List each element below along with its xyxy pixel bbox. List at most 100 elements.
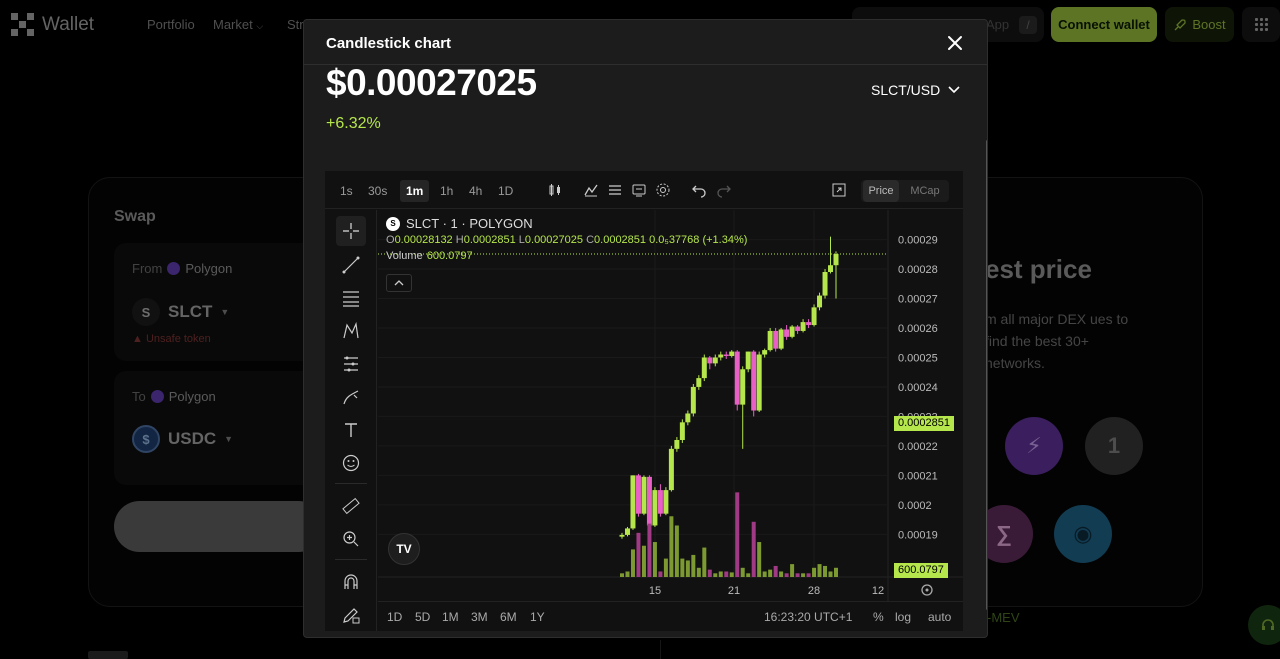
candle-body (740, 369, 746, 405)
volume-bar (784, 573, 789, 577)
legend-symbol-text: SLCT · 1 · POLYGON (406, 216, 533, 231)
volume-bar (718, 571, 723, 577)
zoom-tool[interactable] (336, 524, 366, 554)
range-1d[interactable]: 1D (387, 610, 402, 624)
log-toggle[interactable]: log (895, 610, 911, 624)
slct-symbol-icon: S (386, 216, 400, 231)
drawing-toolbar (325, 210, 377, 631)
redo-icon[interactable] (716, 182, 732, 198)
price-mcap-toggle: Price MCap (861, 180, 949, 202)
candle-body (817, 295, 823, 308)
fullscreen-icon[interactable] (831, 182, 847, 198)
volume-bar (636, 532, 641, 577)
range-6m[interactable]: 6M (500, 610, 517, 624)
volume-bar (806, 573, 811, 577)
lock-drawings-tool[interactable] (336, 600, 366, 630)
pair-label: SLCT/USD (871, 82, 941, 98)
volume-bar (773, 565, 778, 577)
tradingview-logo[interactable]: TV (388, 533, 420, 565)
crosshair-tool[interactable] (336, 216, 366, 246)
chevron-down-icon (948, 86, 960, 94)
toggle-mcap[interactable]: MCap (903, 180, 947, 202)
collapse-legend-button[interactable] (386, 274, 412, 292)
ruler-icon (342, 497, 360, 515)
prediction-tool[interactable] (336, 349, 366, 379)
candle-body (811, 307, 817, 326)
ohlc-low: 0.00027025 (524, 234, 584, 246)
range-1y[interactable]: 1Y (530, 610, 545, 624)
undo-icon[interactable] (691, 182, 707, 198)
horizontal-lines-icon (343, 291, 359, 307)
timeframe-1h[interactable]: 1h (434, 180, 459, 202)
volume-bar (674, 525, 679, 577)
candle-body (729, 351, 735, 356)
volume-bar (779, 571, 784, 577)
pair-selector[interactable]: SLCT/USD (871, 82, 960, 98)
chevron-up-icon (394, 280, 404, 286)
toggle-price[interactable]: Price (863, 180, 899, 202)
candlestick-chart[interactable]: 0.00029 0.00028 0.00027 0.00026 0.00025 0.000… (378, 210, 963, 601)
candle-body (674, 440, 680, 449)
volume-bar (625, 571, 630, 577)
timeframe-1d[interactable]: 1D (492, 180, 519, 202)
volume-bar (762, 571, 767, 577)
candle-type-icon[interactable] (547, 182, 563, 198)
brush-icon (343, 390, 359, 405)
list-icon[interactable] (607, 182, 623, 198)
volume-bar (729, 572, 734, 577)
emoji-tool[interactable] (336, 448, 366, 478)
utc-time[interactable]: 16:23:20 UTC+1 (764, 610, 852, 624)
volume-bar (630, 549, 635, 577)
y-tick-label: 0.00019 (898, 529, 938, 541)
ruler-tool[interactable] (336, 491, 366, 521)
candle-body (701, 357, 707, 379)
ohlc-h-label: H (455, 234, 464, 246)
candle-body (690, 386, 696, 414)
range-bar: 1D 5D 1M 3M 6M 1Y 16:23:20 UTC+1 % log a… (378, 601, 963, 631)
candle-body (707, 357, 713, 364)
pencil-lock-icon (343, 608, 360, 624)
volume-bar (828, 571, 833, 577)
trendline-tool[interactable] (336, 250, 366, 280)
indicators-icon[interactable] (583, 182, 599, 198)
candle-body (789, 326, 795, 337)
candle-body (756, 354, 762, 411)
pattern-tool[interactable] (336, 316, 366, 346)
ohlc-c-label: C (586, 234, 595, 246)
chart-toolbar: 1s 30s 1m 1h 4h 1D Price MCap (325, 171, 963, 209)
modal-scrollbar[interactable] (986, 140, 987, 610)
close-icon[interactable] (945, 33, 965, 53)
x-tick-label: 15 (649, 585, 661, 597)
x-tick-label: 12 (872, 585, 884, 597)
last-price-tag: 0.0002851 (894, 416, 954, 431)
settings-gear-icon[interactable] (655, 182, 671, 198)
timeframe-1m[interactable]: 1m (400, 180, 430, 202)
magnet-tool[interactable] (336, 567, 366, 597)
range-5d[interactable]: 5D (415, 610, 430, 624)
volume-bar (735, 492, 740, 577)
volume-bar (795, 573, 800, 577)
timeframe-1s[interactable]: 1s (334, 180, 359, 202)
timeframe-30s[interactable]: 30s (362, 180, 393, 202)
text-tool[interactable] (336, 415, 366, 445)
toolbar-divider (335, 559, 367, 560)
timeframe-4h[interactable]: 4h (463, 180, 488, 202)
auto-toggle[interactable]: auto (928, 610, 951, 624)
range-3m[interactable]: 3M (471, 610, 488, 624)
chart-legend: S SLCT · 1 · POLYGON O0.00028132 H0.0002… (386, 216, 747, 262)
y-tick-label: 0.00022 (898, 441, 938, 453)
plot-area[interactable]: 0.00029 0.00028 0.00027 0.00026 0.00025 0.000… (378, 210, 963, 601)
ohlc-change: 0.0₅37768 (+1.34%) (649, 234, 748, 246)
volume-bar (817, 564, 822, 577)
percent-toggle[interactable]: % (873, 610, 884, 624)
brush-tool[interactable] (336, 382, 366, 412)
modal-title: Candlestick chart (326, 35, 452, 52)
range-1m[interactable]: 1M (442, 610, 459, 624)
modal-header: Candlestick chart (304, 20, 987, 65)
fib-tool[interactable] (336, 283, 366, 313)
candle-body (657, 490, 663, 514)
templates-icon[interactable] (631, 182, 647, 198)
y-tick-label: 0.00024 (898, 382, 938, 394)
candle-body (668, 448, 674, 491)
y-tick-label: 0.00027 (898, 294, 938, 306)
